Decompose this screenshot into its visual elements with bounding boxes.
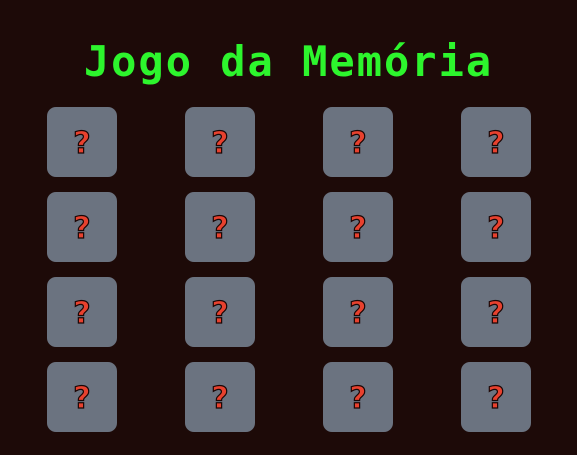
question-mark-icon: ? [349, 381, 368, 416]
question-mark-icon: ? [487, 126, 506, 161]
memory-card[interactable]: ? [185, 107, 255, 177]
game-title: Jogo da Memória [83, 37, 494, 86]
memory-card[interactable]: ? [323, 192, 393, 262]
memory-card[interactable]: ? [47, 192, 117, 262]
memory-card[interactable]: ? [47, 107, 117, 177]
memory-card[interactable]: ? [185, 277, 255, 347]
memory-card[interactable]: ? [185, 362, 255, 432]
question-mark-icon: ? [211, 211, 230, 246]
question-mark-icon: ? [487, 211, 506, 246]
question-mark-icon: ? [211, 381, 230, 416]
memory-card[interactable]: ? [323, 277, 393, 347]
question-mark-icon: ? [349, 211, 368, 246]
question-mark-icon: ? [487, 381, 506, 416]
question-mark-icon: ? [487, 296, 506, 331]
question-mark-icon: ? [73, 126, 92, 161]
question-mark-icon: ? [211, 296, 230, 331]
memory-card[interactable]: ? [47, 362, 117, 432]
memory-card[interactable]: ? [323, 362, 393, 432]
question-mark-icon: ? [73, 211, 92, 246]
memory-card[interactable]: ? [461, 362, 531, 432]
memory-card[interactable]: ? [185, 192, 255, 262]
question-mark-icon: ? [73, 296, 92, 331]
question-mark-icon: ? [73, 381, 92, 416]
memory-card[interactable]: ? [47, 277, 117, 347]
memory-card[interactable]: ? [461, 192, 531, 262]
question-mark-icon: ? [211, 126, 230, 161]
question-mark-icon: ? [349, 126, 368, 161]
memory-card[interactable]: ? [461, 277, 531, 347]
memory-card[interactable]: ? [461, 107, 531, 177]
card-grid: ???????????????? [47, 107, 531, 432]
question-mark-icon: ? [349, 296, 368, 331]
memory-card[interactable]: ? [323, 107, 393, 177]
